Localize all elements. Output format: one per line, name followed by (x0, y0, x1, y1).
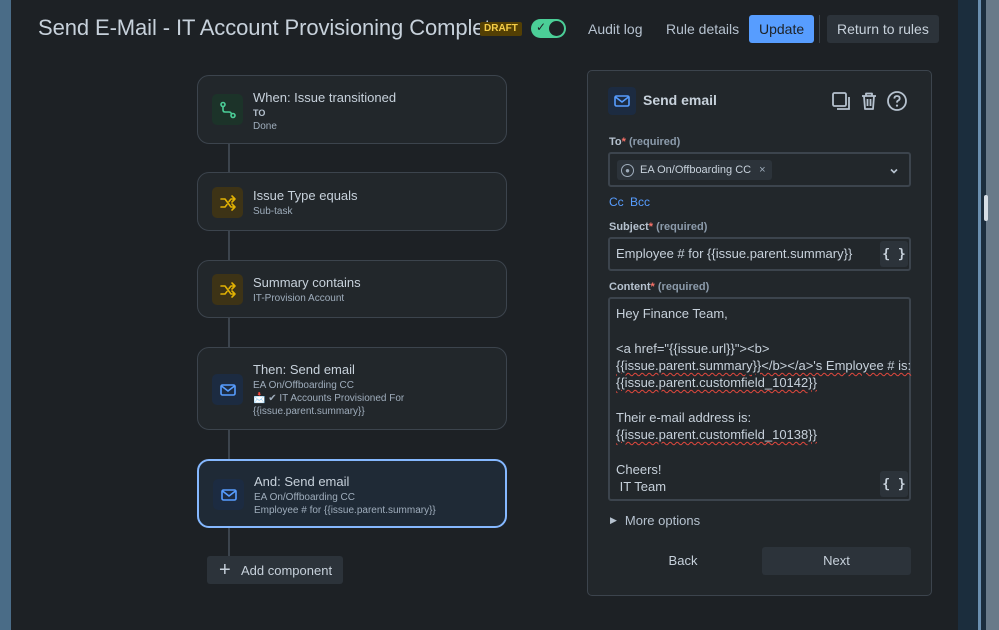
node-subtitle: EA On/Offboarding CC (253, 380, 354, 391)
smart-value-button[interactable]: { } (880, 471, 908, 497)
duplicate-icon[interactable] (829, 89, 853, 113)
node-title: When: Issue transitioned (253, 90, 397, 105)
condition-node[interactable]: Issue Type equals Sub-task (197, 172, 507, 231)
flow-connector (228, 144, 230, 172)
flow-connector (228, 430, 230, 459)
transition-icon (212, 94, 243, 125)
audit-log-button[interactable]: Audit log (578, 15, 652, 43)
email-icon (212, 374, 243, 405)
scrollbar-handle[interactable] (984, 195, 988, 221)
back-button[interactable]: Back (648, 548, 718, 574)
add-component-button[interactable]: + Add component (207, 556, 343, 584)
plus-icon: + (219, 559, 231, 581)
email-icon (608, 87, 636, 115)
rule-details-button[interactable]: Rule details (656, 15, 749, 43)
node-title: And: Send email (254, 474, 350, 489)
node-title: Then: Send email (253, 362, 355, 377)
user-icon: ● (621, 163, 634, 177)
rule-enabled-toggle[interactable]: ✓ (531, 19, 566, 38)
page-title: Send E-Mail - IT Account Provisioning Co… (38, 15, 503, 40)
header-divider (819, 15, 820, 43)
condition-node[interactable]: Summary contains IT-Provision Account (197, 260, 507, 318)
node-subtitle: EA On/Offboarding CC (254, 492, 355, 503)
node-title: Issue Type equals (253, 188, 358, 203)
bcc-link[interactable]: Bcc (630, 195, 650, 209)
window-frame-left (0, 0, 11, 630)
node-detail: Done (253, 121, 277, 132)
check-icon: ✓ (536, 20, 547, 34)
trash-icon[interactable] (857, 89, 881, 113)
to-recipient-select[interactable]: ● EA On/Offboarding CC × (608, 152, 911, 187)
node-detail: Employee # for {{issue.parent.summary}} (254, 505, 436, 516)
remove-recipient-icon[interactable]: × (759, 164, 765, 176)
content-label: Content* (required) (609, 281, 710, 293)
rule-editor: Send E-Mail - IT Account Provisioning Co… (11, 0, 958, 630)
draft-badge: DRAFT (480, 22, 522, 36)
component-config-panel: Send email To* (required) ● EA On/Offboa… (587, 70, 932, 596)
node-title: Summary contains (253, 275, 361, 290)
node-subtitle: IT-Provision Account (253, 293, 345, 304)
node-subtitle: TO (253, 108, 266, 118)
shuffle-icon (212, 187, 243, 218)
smart-value-button[interactable]: { } (880, 241, 908, 267)
action-node-selected[interactable]: And: Send email EA On/Offboarding CC Emp… (197, 459, 507, 528)
next-button[interactable]: Next (762, 547, 911, 575)
action-node[interactable]: Then: Send email EA On/Offboarding CC 📩 … (197, 347, 507, 430)
email-icon (213, 479, 244, 510)
trigger-node[interactable]: When: Issue transitioned TO Done (197, 75, 507, 144)
help-icon[interactable] (885, 89, 909, 113)
node-subtitle: Sub-task (253, 206, 293, 217)
flow-connector (228, 231, 230, 260)
flow-connector (228, 318, 230, 347)
recipient-chip: ● EA On/Offboarding CC × (617, 160, 772, 180)
flow-connector (228, 528, 230, 556)
window-frame-right (958, 0, 999, 630)
node-detail: 📩 ✔ IT Accounts Provisioned For (253, 393, 405, 404)
to-label: To* (required) (609, 136, 681, 148)
chevron-down-icon[interactable] (888, 164, 900, 182)
shuffle-icon (212, 274, 243, 305)
chevron-right-icon: ▶ (610, 515, 617, 525)
more-options-toggle[interactable]: ▶ More options (610, 513, 700, 528)
content-textarea[interactable]: Hey Finance Team, ​ <a href="{{issue.url… (608, 297, 911, 501)
subject-label: Subject* (required) (609, 221, 708, 233)
panel-title: Send email (643, 92, 717, 108)
subject-field[interactable]: Employee # for {{issue.parent.summary}} … (608, 237, 911, 271)
cc-link[interactable]: Cc (609, 195, 624, 209)
node-detail: {{issue.parent.summary}} (253, 406, 365, 417)
return-to-rules-button[interactable]: Return to rules (827, 15, 939, 43)
update-button[interactable]: Update (749, 15, 815, 43)
